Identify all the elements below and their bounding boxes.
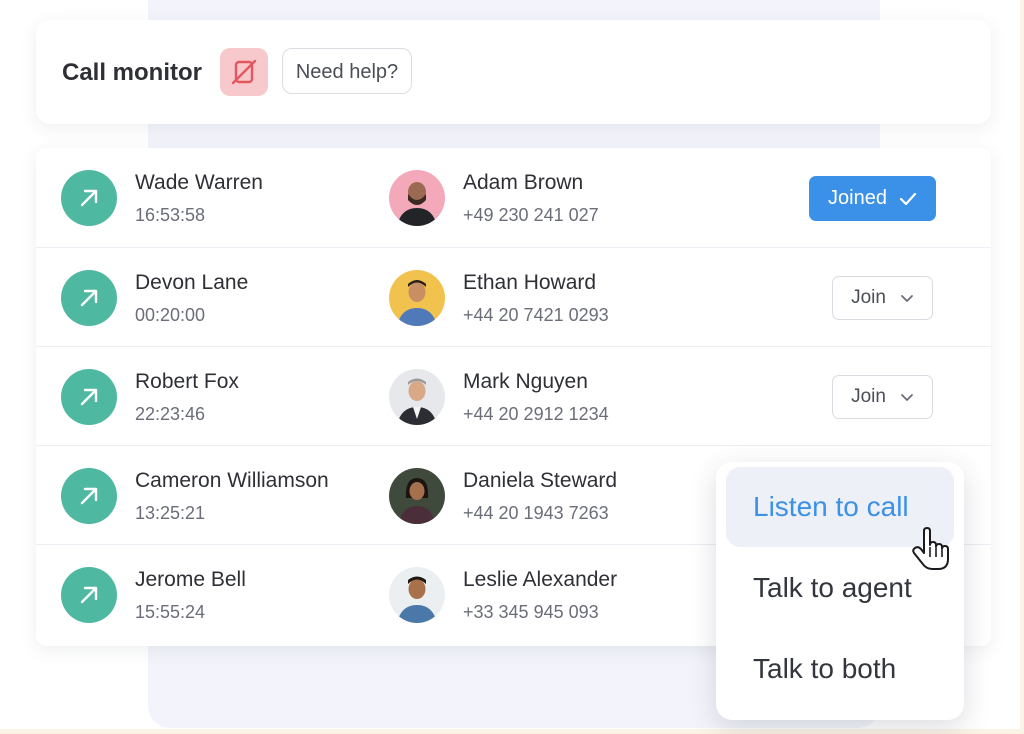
chevron-down-icon — [901, 294, 913, 302]
call-duration: 15:55:24 — [135, 602, 206, 622]
customer-phone: +44 20 7421 0293 — [463, 305, 609, 325]
agent-name: Cameron Williamson — [135, 469, 329, 492]
customer-avatar — [389, 567, 445, 623]
customer-phone: +49 230 241 027 — [463, 205, 599, 225]
customer-avatar — [389, 270, 445, 326]
outgoing-call-icon — [61, 170, 117, 226]
table-row: Robert Fox 22:23:46 Mark Nguyen +44 20 2… — [36, 346, 991, 445]
join-label: Join — [851, 386, 886, 407]
call-duration: 16:53:58 — [135, 205, 206, 225]
join-button[interactable]: Join — [832, 276, 933, 320]
customer-avatar — [389, 468, 445, 524]
hand-cursor-icon — [912, 527, 949, 570]
outgoing-call-icon — [61, 468, 117, 524]
check-icon — [899, 192, 917, 205]
phone-off-icon — [231, 59, 257, 85]
join-button[interactable]: Join — [832, 375, 933, 419]
menu-item-talk-to-both[interactable]: Talk to both — [726, 629, 954, 709]
edge-strip — [1020, 0, 1024, 734]
customer-name: Mark Nguyen — [463, 370, 588, 393]
joined-label: Joined — [828, 187, 887, 209]
table-row: Devon Lane 00:20:00 Ethan Howard +44 20 … — [36, 247, 991, 346]
page-title: Call monitor — [62, 59, 203, 86]
customer-phone: +44 20 1943 7263 — [463, 503, 609, 523]
agent-name: Devon Lane — [135, 271, 249, 294]
outgoing-call-icon — [61, 369, 117, 425]
mute-button[interactable] — [220, 48, 268, 96]
customer-phone: +33 345 945 093 — [463, 602, 599, 622]
outgoing-call-icon — [61, 567, 117, 623]
chevron-down-icon — [901, 393, 913, 401]
call-monitor-header: Call monitor Need help? — [36, 20, 991, 124]
customer-name: Leslie Alexander — [463, 568, 618, 591]
join-label: Join — [851, 287, 886, 308]
call-duration: 13:25:21 — [135, 503, 206, 523]
outgoing-call-icon — [61, 270, 117, 326]
agent-name: Jerome Bell — [135, 568, 246, 591]
customer-name: Ethan Howard — [463, 271, 597, 294]
join-options-menu: Listen to call Talk to agent Talk to bot… — [716, 462, 964, 720]
edge-strip-bottom — [0, 729, 1024, 734]
joined-button[interactable]: Joined — [809, 176, 936, 221]
call-duration: 00:20:00 — [135, 305, 206, 325]
need-help-button[interactable]: Need help? — [282, 48, 412, 94]
agent-name: Robert Fox — [135, 370, 239, 393]
customer-name: Adam Brown — [463, 171, 584, 194]
customer-avatar — [389, 369, 445, 425]
table-row: Wade Warren 16:53:58 Adam Brown +49 230 … — [36, 148, 991, 247]
customer-phone: +44 20 2912 1234 — [463, 404, 609, 424]
agent-name: Wade Warren — [135, 171, 263, 194]
customer-name: Daniela Steward — [463, 469, 618, 492]
call-duration: 22:23:46 — [135, 404, 206, 424]
customer-avatar — [389, 170, 445, 226]
